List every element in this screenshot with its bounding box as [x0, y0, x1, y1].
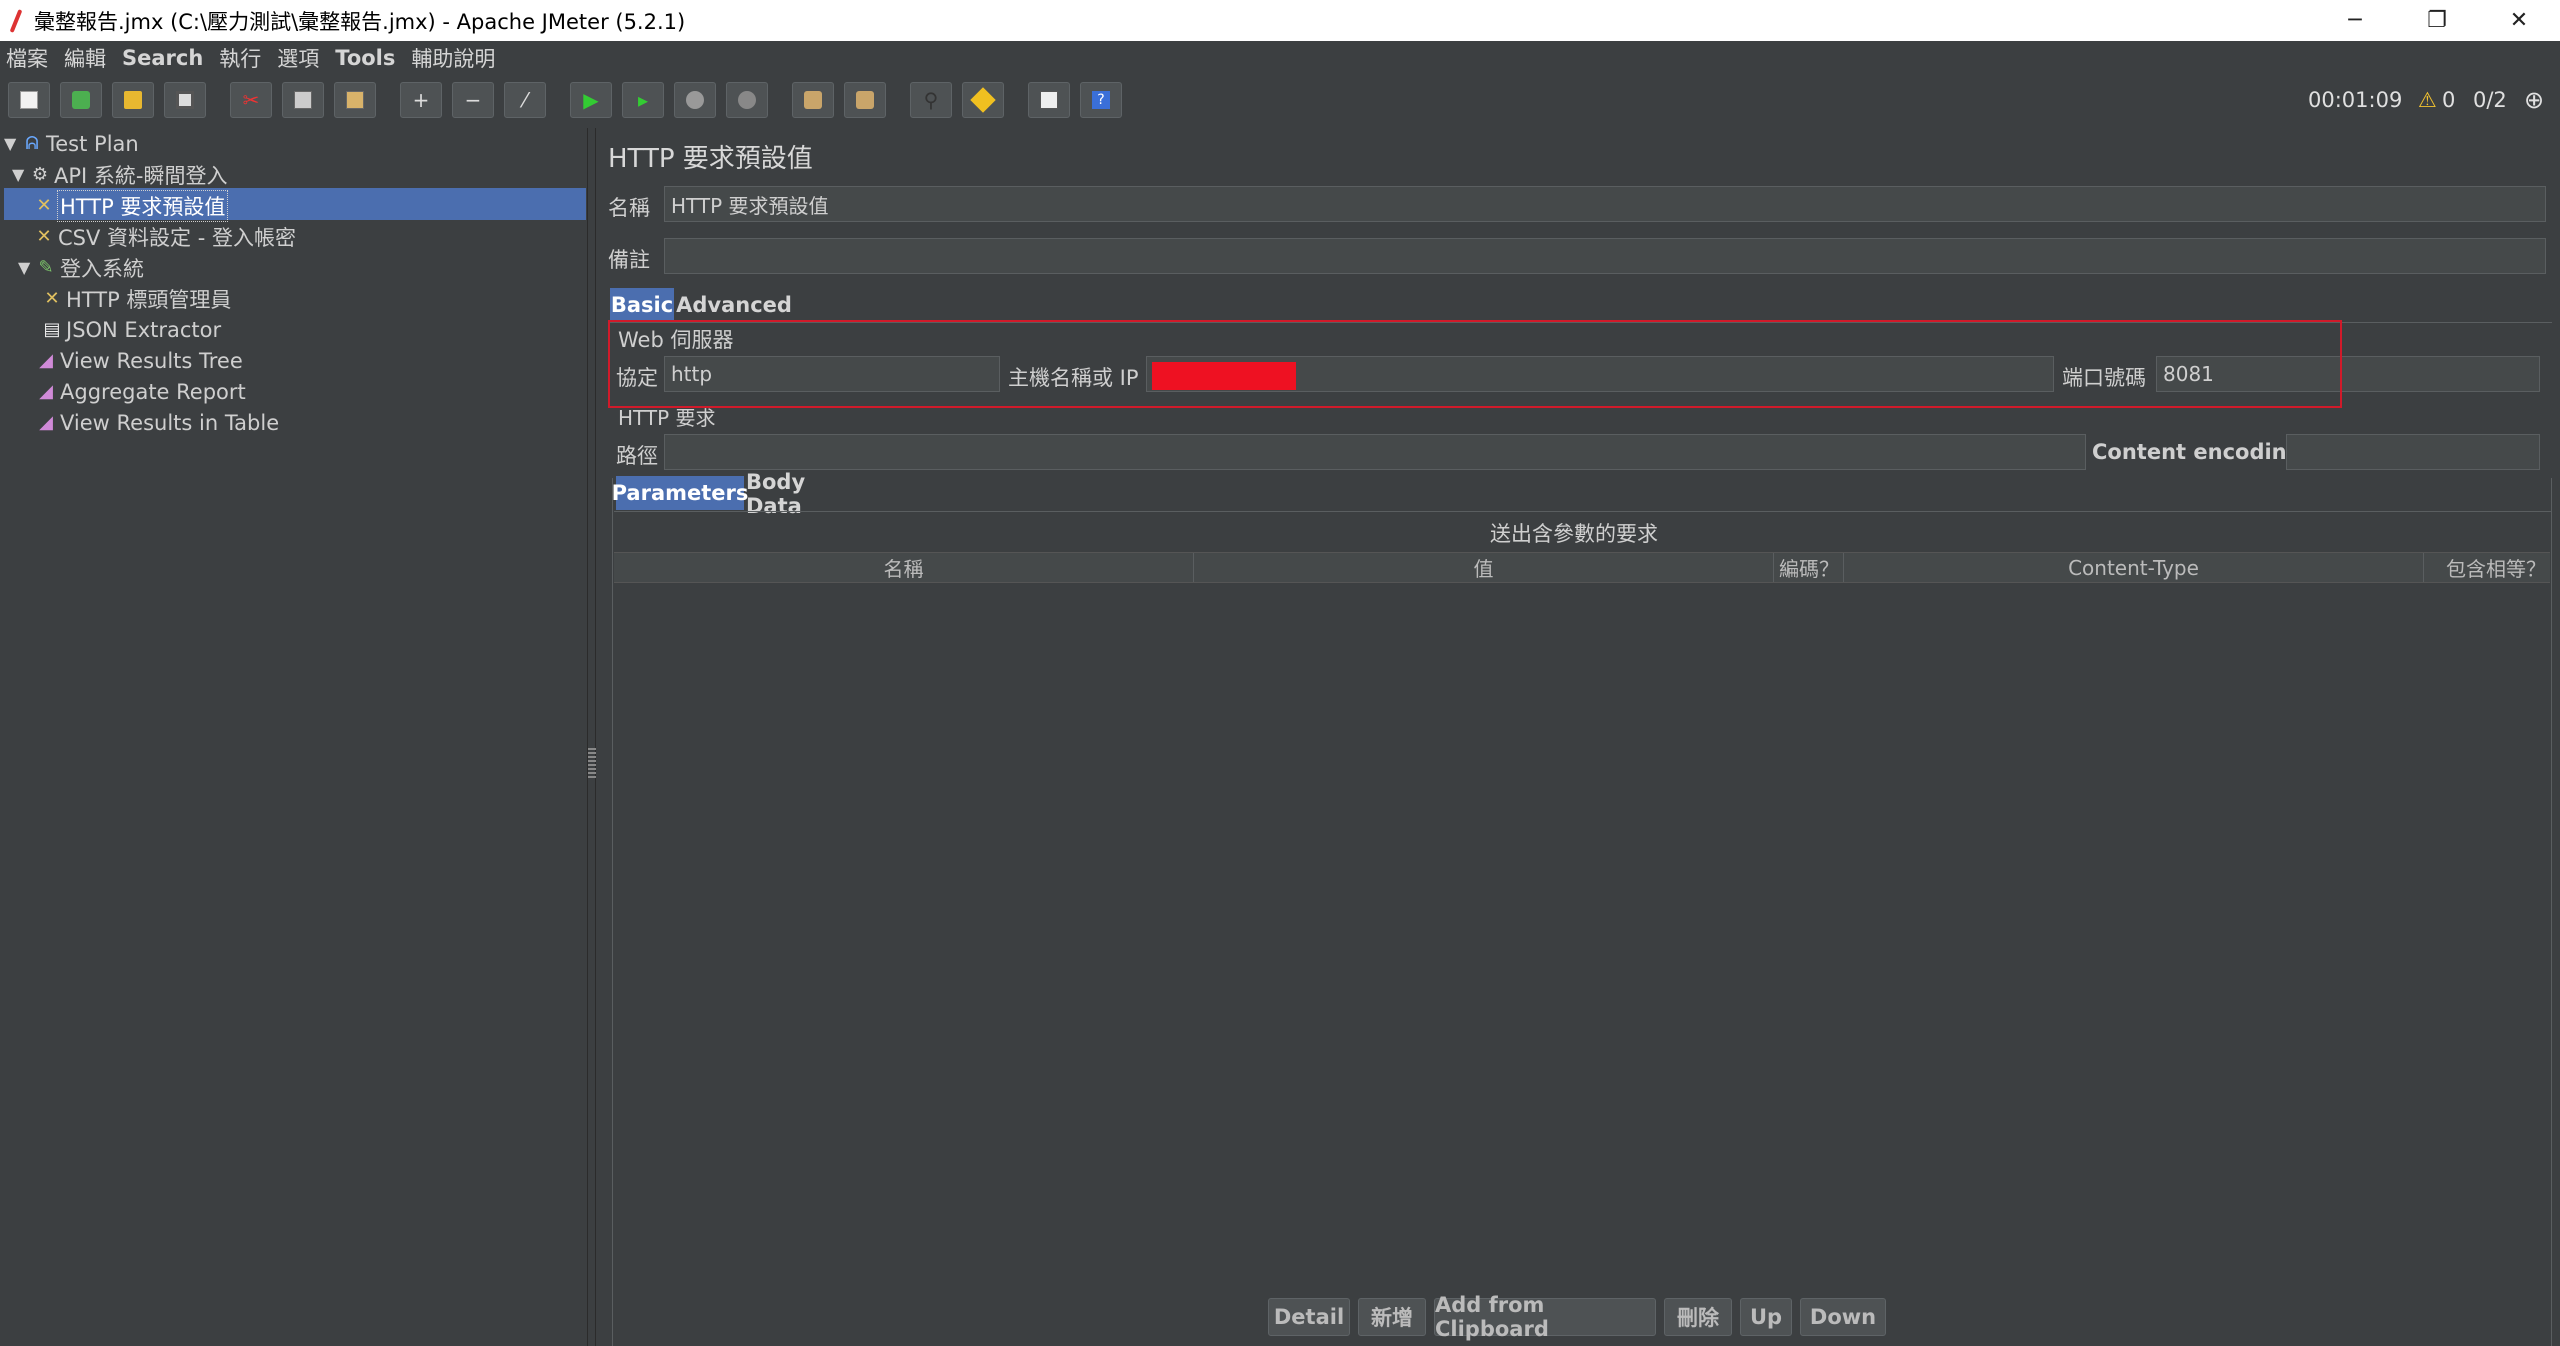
toggle-icon[interactable]: ⁄: [504, 82, 546, 118]
tree-item-test-plan[interactable]: ▼ ᕱ Test Plan: [4, 128, 139, 159]
cut-icon[interactable]: ✂: [230, 82, 272, 118]
config-element-icon: ✕: [36, 195, 52, 216]
extractor-icon: ▤: [43, 319, 61, 340]
expanded-arrow-icon[interactable]: ▼: [4, 134, 20, 153]
tab-basic[interactable]: Basic: [610, 288, 674, 322]
tab-parameters[interactable]: Parameters: [612, 476, 748, 510]
test-plan-icon: ᕱ: [25, 133, 39, 154]
menu-help[interactable]: 輔助說明: [411, 43, 495, 73]
tree-item-view-results-tree[interactable]: ◢ View Results Tree: [34, 345, 243, 376]
clear-icon[interactable]: [792, 82, 834, 118]
new-icon[interactable]: [8, 82, 50, 118]
column-encode[interactable]: 編碼？: [1774, 553, 1844, 582]
path-field[interactable]: [664, 434, 2086, 470]
sampler-icon: ✎: [38, 257, 54, 278]
name-label: 名稱: [608, 196, 650, 220]
tree-item-aggregate-report[interactable]: ◢ Aggregate Report: [34, 376, 246, 407]
function-helper-icon[interactable]: [1028, 82, 1070, 118]
start-icon[interactable]: ▶: [570, 82, 612, 118]
tree-item-thread-group[interactable]: ▼ ⚙ API 系統-瞬間登入: [12, 159, 227, 190]
tree-item-header-manager[interactable]: ✕ HTTP 標頭管理員: [40, 283, 231, 314]
listener-icon: ◢: [39, 412, 53, 433]
clear-all-icon[interactable]: [844, 82, 886, 118]
minimize-icon[interactable]: ─: [2314, 0, 2396, 41]
tree-item-login-sampler[interactable]: ▼ ✎ 登入系統: [18, 252, 144, 283]
listener-icon: ◢: [39, 381, 53, 402]
restore-icon[interactable]: ❐: [2396, 0, 2478, 41]
column-include-equals[interactable]: 包含相等？: [2424, 553, 2550, 582]
jmeter-feather-icon: [6, 7, 26, 35]
toolbar: ✂ + − ⁄ ▶ ▸ ⚲ ?: [0, 74, 2560, 126]
panel-title: HTTP 要求預設值: [608, 144, 813, 174]
path-label: 路徑: [616, 444, 658, 468]
listener-icon: ◢: [39, 350, 53, 371]
config-element-icon: ✕: [44, 288, 60, 309]
templates-icon[interactable]: [60, 82, 102, 118]
http-request-section-label: HTTP 要求: [618, 406, 716, 430]
menu-file[interactable]: 檔案: [6, 43, 48, 73]
up-button[interactable]: Up: [1740, 1298, 1792, 1336]
content-encoding-label: Content encoding:: [2092, 440, 2311, 464]
name-field[interactable]: HTTP 要求預設值: [664, 186, 2546, 222]
expand-icon[interactable]: +: [400, 82, 442, 118]
http-defaults-panel: HTTP 要求預設值 名稱 HTTP 要求預設值 備註 Basic Advanc…: [598, 128, 2560, 1346]
tab-advanced[interactable]: Advanced: [676, 288, 792, 322]
active-threads: 0/2: [2473, 88, 2507, 112]
tree-item-http-defaults[interactable]: ✕ HTTP 要求預設值: [32, 189, 229, 222]
save-icon[interactable]: [164, 82, 206, 118]
copy-icon[interactable]: [282, 82, 324, 118]
down-button[interactable]: Down: [1800, 1298, 1886, 1336]
column-name[interactable]: 名稱: [614, 553, 1194, 582]
thread-group-icon: ⚙: [31, 164, 49, 185]
shutdown-icon[interactable]: [726, 82, 768, 118]
start-no-pause-icon[interactable]: ▸: [622, 82, 664, 118]
config-element-icon: ✕: [36, 226, 52, 247]
menu-run[interactable]: 執行: [219, 43, 261, 73]
remote-engines-icon[interactable]: ⊕: [2524, 74, 2544, 126]
detail-button[interactable]: Detail: [1268, 1298, 1350, 1336]
test-plan-tree: ▼ ᕱ Test Plan ▼ ⚙ API 系統-瞬間登入 ✕ HTTP 要求預…: [0, 128, 588, 1346]
reset-search-icon[interactable]: [962, 82, 1004, 118]
params-table-header: 名稱 值 編碼？ Content-Type 包含相等？: [614, 552, 2550, 583]
params-table-body[interactable]: [614, 584, 2550, 1284]
warning-count[interactable]: 0: [2442, 74, 2455, 126]
column-content-type[interactable]: Content-Type: [1844, 553, 2424, 582]
subtab-divider: [614, 511, 2552, 512]
paste-icon[interactable]: [334, 82, 376, 118]
comment-label: 備註: [608, 248, 650, 272]
warning-icon[interactable]: ⚠: [2418, 74, 2437, 126]
split-pane-divider[interactable]: [588, 128, 596, 1346]
menu-bar: 檔案 編輯 Search 執行 選項 Tools 輔助說明: [0, 41, 2560, 74]
menu-search[interactable]: Search: [122, 46, 203, 70]
window-title: 彙整報告.jmx (C:\壓力測試\彙整報告.jmx) - Apache JMe…: [34, 9, 686, 34]
close-icon[interactable]: ✕: [2478, 0, 2560, 41]
expanded-arrow-icon[interactable]: ▼: [18, 258, 34, 277]
menu-tools[interactable]: Tools: [335, 46, 395, 70]
tree-item-view-results-table[interactable]: ◢ View Results in Table: [34, 407, 279, 438]
help-icon[interactable]: ?: [1080, 82, 1122, 118]
tab-body-data[interactable]: Body Data: [746, 470, 856, 518]
expanded-arrow-icon[interactable]: ▼: [12, 165, 28, 184]
stop-icon[interactable]: [674, 82, 716, 118]
content-encoding-field[interactable]: [2286, 434, 2540, 470]
splitter-grip-icon[interactable]: [588, 748, 596, 778]
comment-field[interactable]: [664, 238, 2546, 274]
open-icon[interactable]: [112, 82, 154, 118]
add-button[interactable]: 新增: [1358, 1298, 1426, 1336]
elapsed-timer: 00:01:09: [2308, 88, 2403, 112]
add-from-clipboard-button[interactable]: Add from Clipboard: [1434, 1293, 1656, 1341]
menu-edit[interactable]: 編輯: [64, 43, 106, 73]
tree-item-json-extractor[interactable]: ▤ JSON Extractor: [40, 314, 221, 345]
column-value[interactable]: 值: [1194, 553, 1774, 582]
menu-options[interactable]: 選項: [277, 43, 319, 73]
tree-item-csv-config[interactable]: ✕ CSV 資料設定 - 登入帳密: [32, 221, 296, 252]
collapse-icon[interactable]: −: [452, 82, 494, 118]
window-title-bar: 彙整報告.jmx (C:\壓力測試\彙整報告.jmx) - Apache JMe…: [0, 0, 2560, 41]
params-caption: 送出含參數的要求: [1490, 522, 1658, 546]
web-server-highlight-box: [608, 320, 2342, 408]
delete-button[interactable]: 刪除: [1664, 1298, 1732, 1336]
search-icon[interactable]: ⚲: [910, 82, 952, 118]
